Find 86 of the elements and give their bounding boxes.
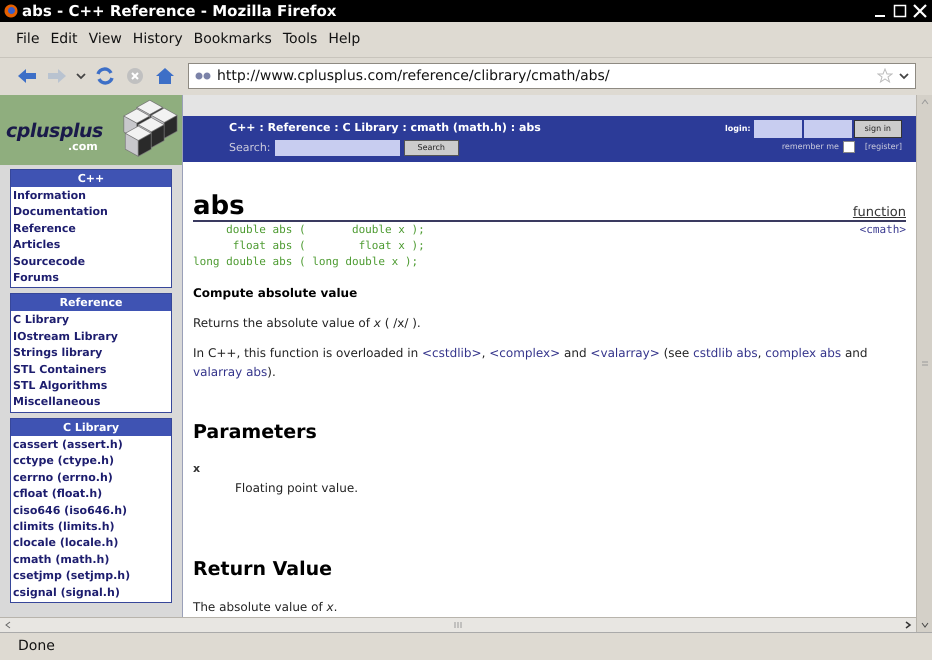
summary-text: Compute absolute value (193, 285, 358, 302)
see-also-link[interactable]: valarray abs (193, 365, 268, 379)
sidebar-heading: C Library (11, 418, 171, 436)
stop-icon[interactable] (124, 66, 146, 86)
sidebar-link[interactable]: Information (13, 188, 169, 204)
sidebar-link[interactable]: ciso646 (iso646.h) (13, 502, 169, 519)
section-heading: Return Value (193, 557, 334, 582)
search-label: Search: (229, 140, 270, 156)
menu-item[interactable]: Tools (282, 29, 318, 50)
username-field[interactable] (754, 120, 802, 138)
remember-checkbox[interactable] (842, 141, 855, 153)
reload-icon[interactable] (94, 66, 116, 86)
see-also-link[interactable]: <cstdlib> (422, 346, 482, 360)
search-button[interactable]: Search (404, 140, 459, 156)
sidebar-link[interactable]: STL Algorithms (13, 378, 169, 394)
sidebar-heading: C++ (11, 170, 171, 187)
see-also-link[interactable]: <complex> (489, 346, 560, 360)
chevron-down-icon[interactable] (76, 71, 86, 81)
parameter-description: Floating point value. (235, 480, 360, 497)
search-field[interactable] (274, 140, 400, 156)
window-title: abs - C++ Reference - Mozilla Firefox (22, 0, 338, 22)
parameter-name: x (193, 460, 202, 476)
site-icon (195, 70, 211, 82)
sidebar-link[interactable]: IOstream Library (13, 328, 169, 346)
horizontal-scrollbar[interactable] (0, 617, 916, 632)
menu-item[interactable]: History (132, 29, 183, 50)
menu-item[interactable]: Bookmarks (194, 29, 272, 50)
sidebar-link[interactable]: Forums (13, 270, 169, 286)
password-field[interactable] (804, 120, 852, 138)
sidebar-link[interactable]: cmath (math.h) (13, 552, 169, 568)
sidebar-link[interactable]: climits (limits.h) (13, 518, 169, 536)
close-icon[interactable] (912, 3, 928, 19)
menu-item[interactable]: File (16, 29, 40, 50)
sidebar-link[interactable]: Documentation (13, 204, 169, 221)
vertical-scrollbar[interactable] (916, 95, 932, 632)
see-also-link[interactable]: <valarray> (590, 346, 660, 360)
menu-item[interactable]: View (88, 29, 122, 50)
sidebar-link[interactable]: Articles (13, 237, 169, 254)
sidebar-link[interactable]: csetjmp (setjmp.h) (13, 568, 169, 585)
sidebar-link[interactable]: C Library (13, 312, 169, 329)
url-text: http://www.cplusplus.com/reference/clibrary/cmath/abs/ (217, 66, 611, 86)
sidebar-link[interactable]: cctype (ctype.h) (13, 453, 169, 470)
section-heading: Parameters (193, 420, 318, 445)
sidebar-link[interactable]: clocale (locale.h) (13, 535, 169, 552)
menu-item[interactable]: Help (328, 29, 360, 50)
star-icon[interactable] (877, 68, 893, 84)
header-link[interactable]: <cmath> (860, 222, 906, 270)
sidebar-link[interactable]: cassert (assert.h) (13, 436, 169, 454)
sidebar-link[interactable]: cfloat (float.h) (13, 486, 169, 502)
breadcrumb: C++ : Reference : C Library : cmath (math.h) : abs (229, 120, 542, 136)
prototype-code: long double abs ( long double x ); (193, 254, 420, 270)
scroll-left-icon[interactable] (4, 621, 12, 629)
chevron-down-icon[interactable] (899, 71, 909, 81)
home-icon[interactable] (154, 66, 176, 86)
scroll-down-icon[interactable] (920, 621, 928, 629)
description-text: Returns the absolute value of x ( /x/ ). (193, 315, 422, 332)
overload-paragraph: In C++, this function is overloaded in <cstdlib>, <complex> and <valarray> (see cstdlib abs, complex abs and valarray abs). (193, 345, 869, 381)
sidebar-link[interactable]: Miscellaneous (13, 394, 169, 411)
login-label: login: (725, 123, 751, 135)
scroll-right-icon[interactable] (904, 621, 912, 629)
sidebar-link[interactable]: Sourcecode (13, 254, 169, 270)
see-also-link[interactable]: cstdlib abs (693, 346, 758, 360)
prototype-code: double abs ( double x ); (225, 222, 426, 238)
page-title: abs (193, 192, 246, 220)
sidebar-link[interactable]: Strings library (13, 345, 169, 362)
back-arrow-icon[interactable] (16, 66, 38, 86)
register-link[interactable]: [register] (864, 141, 902, 153)
remember-label: remember me (782, 141, 839, 153)
scroll-grip-icon (922, 360, 928, 368)
see-also-link[interactable]: complex abs (765, 346, 842, 360)
scroll-up-icon[interactable] (920, 98, 928, 106)
menu-item[interactable]: Edit (50, 29, 78, 50)
status-text: Done (18, 637, 55, 656)
browser-logo-icon (4, 4, 18, 18)
sign-in-button[interactable]: sign in (854, 120, 902, 138)
sidebar-heading: Reference (11, 294, 171, 312)
sidebar-link[interactable]: csignal (signal.h) (13, 584, 169, 601)
sidebar-link[interactable]: Reference (13, 220, 169, 238)
maximize-icon[interactable] (892, 3, 908, 19)
sidebar-link[interactable]: cerrno (errno.h) (13, 470, 169, 486)
address-field[interactable]: http://www.cplusplus.com/reference/clibrary/cmath/abs/ (188, 63, 916, 89)
prototype-code: float abs ( float x ); (232, 238, 426, 254)
scroll-grip-icon (454, 622, 462, 628)
return-text: The absolute value of x. (193, 598, 338, 616)
sidebar-link[interactable]: STL Containers (13, 362, 169, 378)
kind-label: function (852, 205, 906, 220)
